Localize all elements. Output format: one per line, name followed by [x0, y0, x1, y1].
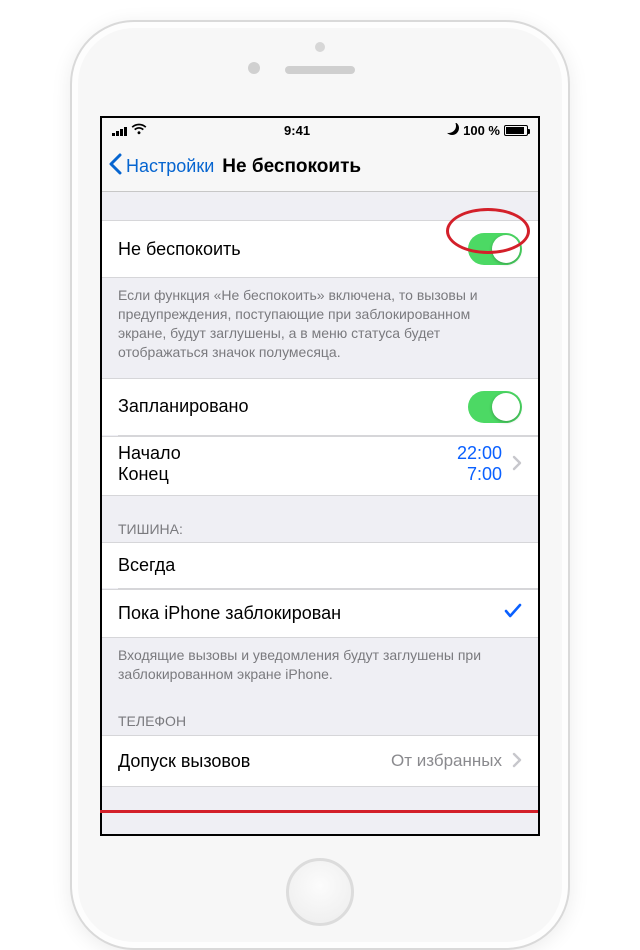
allow-calls-label: Допуск вызовов [118, 751, 391, 772]
do-not-disturb-moon-icon [447, 123, 459, 138]
back-button[interactable]: Настройки [126, 156, 214, 177]
wifi-icon [131, 123, 147, 137]
chevron-right-icon [502, 451, 522, 477]
to-label: Конец [118, 464, 467, 485]
battery-percent: 100 % [463, 123, 500, 138]
scheduled-time-row[interactable]: Начало 22:00 Конец 7:00 [102, 436, 538, 496]
chevron-right-icon [502, 748, 522, 774]
checkmark-icon [504, 602, 522, 625]
screen: 9:41 100 % Настройки Не беспокоить Не бе… [100, 116, 540, 836]
settings-content: Не беспокоить Если функция «Не беспокоит… [102, 192, 538, 834]
from-time: 22:00 [457, 443, 502, 464]
page-title: Не беспокоить [222, 156, 361, 178]
scheduled-toggle[interactable] [468, 391, 522, 423]
scheduled-toggle-row[interactable]: Запланировано [102, 378, 538, 435]
proximity-sensor [315, 42, 325, 52]
silence-always-row[interactable]: Всегда [102, 542, 538, 588]
silence-always-label: Всегда [118, 555, 522, 576]
allow-calls-value: От избранных [391, 751, 502, 771]
status-time: 9:41 [147, 123, 447, 138]
earpiece-speaker [285, 66, 355, 74]
status-bar: 9:41 100 % [102, 118, 538, 142]
dnd-toggle-row[interactable]: Не беспокоить [102, 220, 538, 278]
silence-locked-row[interactable]: Пока iPhone заблокирован [102, 589, 538, 638]
back-chevron-icon[interactable] [108, 151, 124, 182]
navigation-bar: Настройки Не беспокоить [102, 142, 538, 192]
silence-locked-label: Пока iPhone заблокирован [118, 603, 504, 624]
allow-calls-row[interactable]: Допуск вызовов От избранных [102, 735, 538, 787]
dnd-toggle[interactable] [468, 233, 522, 265]
from-label: Начало [118, 443, 457, 464]
dnd-footer-note: Если функция «Не беспокоить» включена, т… [102, 278, 538, 366]
silence-header: ТИШИНА: [102, 496, 538, 543]
silence-footer-note: Входящие вызовы и уведомления будут загл… [102, 638, 538, 688]
home-button[interactable] [286, 858, 354, 926]
battery-icon [504, 125, 528, 136]
to-time: 7:00 [467, 464, 502, 485]
scheduled-label: Запланировано [118, 396, 468, 417]
front-camera [248, 62, 260, 74]
dnd-label: Не беспокоить [118, 239, 468, 260]
annotation-underline [100, 810, 538, 813]
phone-header: ТЕЛЕФОН [102, 688, 538, 735]
cellular-signal-icon [112, 125, 127, 136]
